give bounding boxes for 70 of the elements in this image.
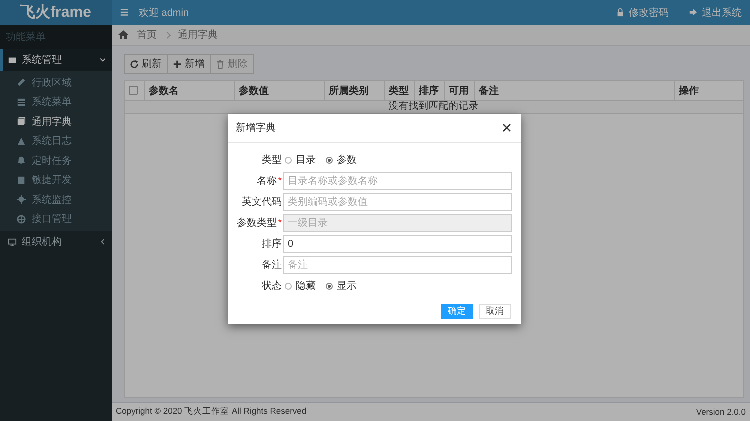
- input-field[interactable]: 备注: [283, 256, 512, 274]
- radio-label[interactable]: 目录: [296, 153, 316, 167]
- column-header: 参数值: [239, 84, 269, 98]
- copyright-text: Copyright © 2020 飞火工作室 All Rights Reserved: [116, 406, 307, 418]
- sidebar-subitem[interactable]: 系统菜单: [0, 92, 112, 112]
- version-text: Version 2.0.0: [696, 407, 746, 417]
- radio-button[interactable]: [326, 282, 333, 290]
- welcome-text: 欢迎 admin: [139, 6, 190, 20]
- toolbar-button[interactable]: 新增: [167, 54, 211, 74]
- dialog-title: 新增字典: [236, 122, 276, 135]
- column-header: 可用: [449, 84, 469, 98]
- plus-icon: [173, 60, 182, 68]
- radio-label[interactable]: 隐藏: [296, 279, 316, 293]
- menu-item-icon: [17, 195, 26, 204]
- column-header: 备注: [479, 84, 499, 98]
- field-label: 类型: [262, 154, 282, 167]
- sign-out-icon: [689, 8, 698, 17]
- breadcrumb-link[interactable]: 通用字典: [178, 28, 218, 42]
- header-link[interactable]: 修改密码: [616, 6, 669, 20]
- confirm-button[interactable]: 确定: [441, 304, 473, 319]
- breadcrumb-link[interactable]: 首页: [137, 28, 157, 42]
- close-icon[interactable]: [501, 124, 513, 132]
- refresh-icon: [130, 60, 139, 68]
- menu-item-icon: [17, 136, 26, 146]
- radio-label[interactable]: 参数: [337, 153, 357, 167]
- toolbar-button[interactable]: 删除: [210, 54, 254, 74]
- field-label: 排序: [262, 238, 282, 251]
- cancel-button[interactable]: 取消: [479, 304, 511, 319]
- toolbar-button[interactable]: 刷新: [124, 54, 168, 74]
- radio-label[interactable]: 显示: [337, 279, 357, 293]
- lock-icon: [616, 8, 625, 17]
- menu-item-icon: [17, 98, 26, 107]
- menu-item-icon: [17, 78, 26, 88]
- radio-button[interactable]: [285, 282, 292, 290]
- menu-item-icon: [17, 156, 26, 166]
- column-header: 操作: [679, 84, 699, 98]
- column-header: 排序: [419, 84, 439, 98]
- menu-item-icon: [17, 117, 26, 126]
- field-label: 英文代码: [242, 196, 282, 209]
- column-header: 参数名: [149, 84, 179, 98]
- sidebar-subitem[interactable]: 通用字典: [0, 112, 112, 132]
- trash-icon: [216, 60, 225, 68]
- input-field[interactable]: 类别编码或参数值: [283, 193, 512, 211]
- field-label: 备注: [262, 258, 282, 272]
- column-header: 类型: [389, 84, 409, 98]
- sidebar-subitem[interactable]: 行政区域: [0, 73, 112, 92]
- sidebar-item[interactable]: 组织机构: [0, 231, 112, 253]
- radio-button[interactable]: [326, 156, 333, 164]
- header-link[interactable]: 退出系统: [689, 6, 742, 20]
- select-all-checkbox[interactable]: [129, 86, 138, 95]
- monitor-icon: [8, 238, 17, 246]
- sidebar-subitem[interactable]: 系统监控: [0, 190, 112, 210]
- sidebar-subitem[interactable]: 接口管理: [0, 210, 112, 229]
- menu-item-icon: [17, 214, 26, 224]
- home-icon: [118, 30, 129, 40]
- sidebar-subitem[interactable]: 定时任务: [0, 151, 112, 170]
- sidebar-item[interactable]: 系统管理: [0, 49, 112, 71]
- field-label: 参数类型*: [237, 216, 282, 230]
- menu-icon[interactable]: [120, 8, 129, 17]
- menu-item-icon: [17, 176, 26, 185]
- sidebar-subitem[interactable]: 敏捷开发: [0, 170, 112, 190]
- radio-button[interactable]: [285, 156, 292, 164]
- app-logo: 飞火frame: [20, 3, 92, 22]
- field-label: 名称*: [257, 174, 282, 188]
- field-label: 状态: [262, 280, 282, 293]
- column-header: 所属类别: [329, 84, 369, 98]
- input-field[interactable]: 0: [283, 235, 512, 253]
- empty-message: 没有找到匹配的记录: [125, 101, 743, 114]
- input-field[interactable]: 目录名称或参数名称: [283, 172, 512, 190]
- sidebar-subitem[interactable]: 系统日志: [0, 132, 112, 151]
